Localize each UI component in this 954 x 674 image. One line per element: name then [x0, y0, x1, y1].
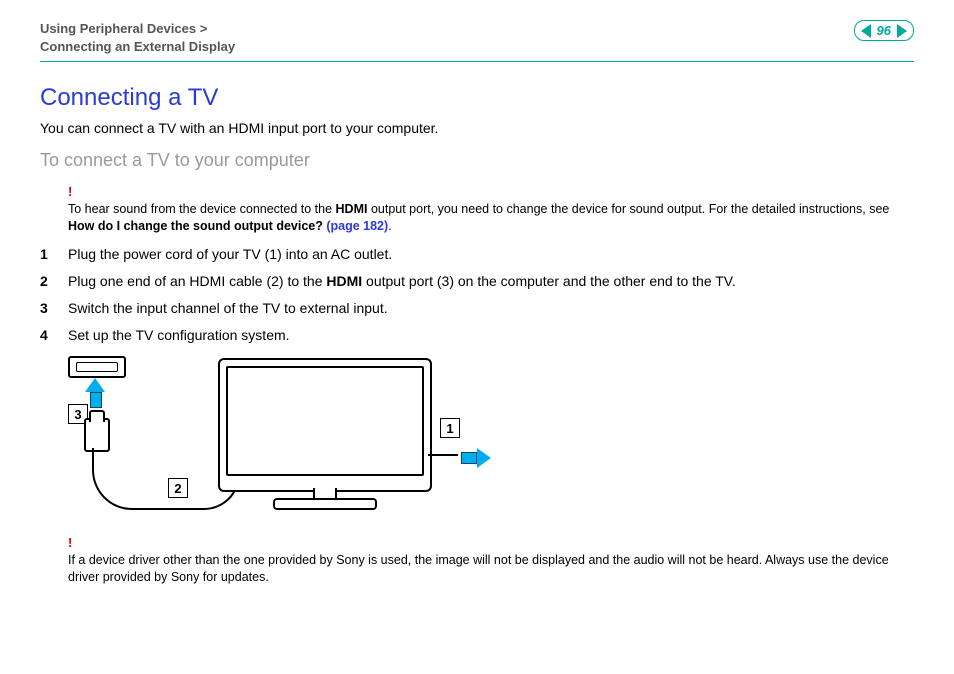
power-cord-icon	[428, 454, 458, 456]
callout-1: 1	[440, 418, 460, 438]
note1-hdmi: HDMI	[336, 202, 368, 216]
callout-2: 2	[168, 478, 188, 498]
step-2-b: output port (3) on the computer and the …	[362, 273, 736, 289]
step-text: Switch the input channel of the TV to ex…	[68, 298, 388, 319]
note2-text: If a device driver other than the one pr…	[68, 553, 889, 584]
steps-list: 1 Plug the power cord of your TV (1) int…	[40, 244, 914, 346]
step-4: 4 Set up the TV configuration system.	[40, 325, 914, 346]
diagram-canvas: 3 2 1	[68, 354, 488, 524]
intro-text: You can connect a TV with an HDMI input …	[40, 120, 914, 136]
hdmi-cable-icon	[92, 448, 174, 510]
hdmi-port-icon	[68, 356, 126, 378]
breadcrumb-separator: >	[200, 21, 208, 36]
page-nav-capsule: 96	[854, 20, 914, 41]
manual-page: Using Peripheral Devices > Connecting an…	[0, 0, 954, 674]
note1-text-c: .	[388, 219, 391, 233]
arrow-up-icon	[90, 378, 105, 408]
note1-bold: How do I change the sound output device?	[68, 219, 326, 233]
step-text: Set up the TV configuration system.	[68, 325, 290, 346]
step-2: 2 Plug one end of an HDMI cable (2) to t…	[40, 271, 914, 292]
hdmi-plug-icon	[84, 418, 110, 452]
step-number: 3	[40, 298, 68, 319]
section-subtitle: To connect a TV to your computer	[40, 150, 914, 171]
step-number: 4	[40, 325, 68, 346]
page-ref-link[interactable]: (page 182)	[326, 219, 388, 233]
step-text: Plug the power cord of your TV (1) into …	[68, 244, 392, 265]
step-text: Plug one end of an HDMI cable (2) to the…	[68, 271, 736, 292]
prev-page-icon[interactable]	[861, 24, 871, 38]
note1-text-b: output port, you need to change the devi…	[367, 202, 889, 216]
step-number: 1	[40, 244, 68, 265]
warning-note-1: ! To hear sound from the device connecte…	[68, 183, 914, 234]
page-number: 96	[877, 23, 891, 38]
warning-icon: !	[68, 183, 914, 201]
breadcrumb-level-1: Using Peripheral Devices	[40, 21, 196, 36]
arrow-right-icon	[461, 448, 491, 468]
connection-diagram: 3 2 1	[68, 354, 914, 524]
breadcrumb: Using Peripheral Devices > Connecting an…	[40, 20, 235, 55]
step-3: 3 Switch the input channel of the TV to …	[40, 298, 914, 319]
page-title: Connecting a TV	[40, 84, 914, 112]
step-1: 1 Plug the power cord of your TV (1) int…	[40, 244, 914, 265]
step-number: 2	[40, 271, 68, 292]
tv-stand-base	[273, 498, 377, 510]
warning-note-2: ! If a device driver other than the one …	[68, 534, 914, 585]
note1-text-a: To hear sound from the device connected …	[68, 202, 336, 216]
breadcrumb-level-2: Connecting an External Display	[40, 39, 235, 54]
step-2-bold: HDMI	[326, 273, 362, 289]
step-2-a: Plug one end of an HDMI cable (2) to the	[68, 273, 326, 289]
tv-stand-neck	[313, 488, 337, 498]
next-page-icon[interactable]	[897, 24, 907, 38]
page-header: Using Peripheral Devices > Connecting an…	[40, 20, 914, 62]
page-nav: 96	[854, 20, 914, 41]
warning-icon: !	[68, 534, 914, 552]
tv-screen-icon	[226, 366, 424, 476]
